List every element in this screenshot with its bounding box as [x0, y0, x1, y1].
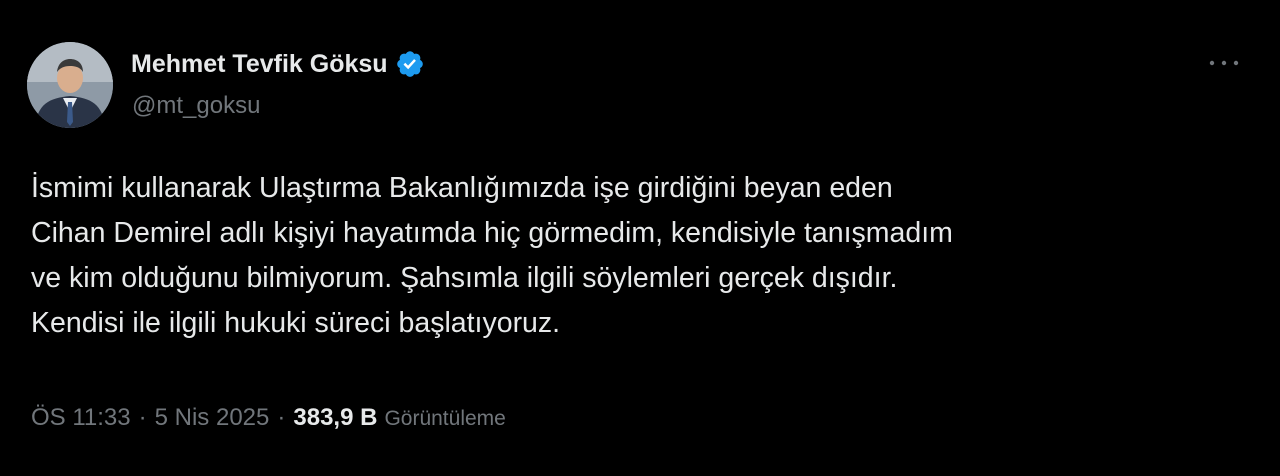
author-handle[interactable]: @mt_goksu: [132, 92, 260, 120]
author-display-name[interactable]: Mehmet Tevfik Göksu: [131, 50, 388, 79]
verified-badge-icon[interactable]: [395, 49, 425, 79]
avatar-image: [27, 42, 113, 128]
more-horizontal-icon[interactable]: [1204, 50, 1244, 76]
tweet-meta: ÖS 11:33 · 5 Nis 2025 · 383,9 B Görüntül…: [31, 404, 506, 432]
author-name-row: Mehmet Tevfik Göksu: [131, 46, 425, 82]
tweet-text-line: ve kim olduğunu bilmiyorum. Şahsımla ilg…: [31, 262, 898, 294]
tweet-text-line: Kendisi ile ilgili hukuki süreci başlatı…: [31, 307, 561, 339]
tweet-date[interactable]: 5 Nis 2025: [155, 404, 270, 432]
tweet-text: İsmimi kullanarak Ulaştırma Bakanlığımız…: [31, 166, 1261, 346]
meta-separator: ·: [277, 404, 286, 431]
meta-separator: ·: [138, 404, 147, 431]
tweet-text-line: Cihan Demirel adlı kişiyi hayatımda hiç …: [31, 217, 953, 249]
tweet-text-line: İsmimi kullanarak Ulaştırma Bakanlığımız…: [31, 172, 893, 204]
tweet-time[interactable]: ÖS 11:33: [31, 404, 131, 432]
views-count[interactable]: 383,9 B: [293, 404, 377, 432]
tweet-card: Mehmet Tevfik Göksu @mt_goksu İsmimi kul…: [0, 0, 1280, 476]
views-label[interactable]: Görüntüleme: [384, 407, 505, 431]
avatar[interactable]: [27, 42, 113, 128]
